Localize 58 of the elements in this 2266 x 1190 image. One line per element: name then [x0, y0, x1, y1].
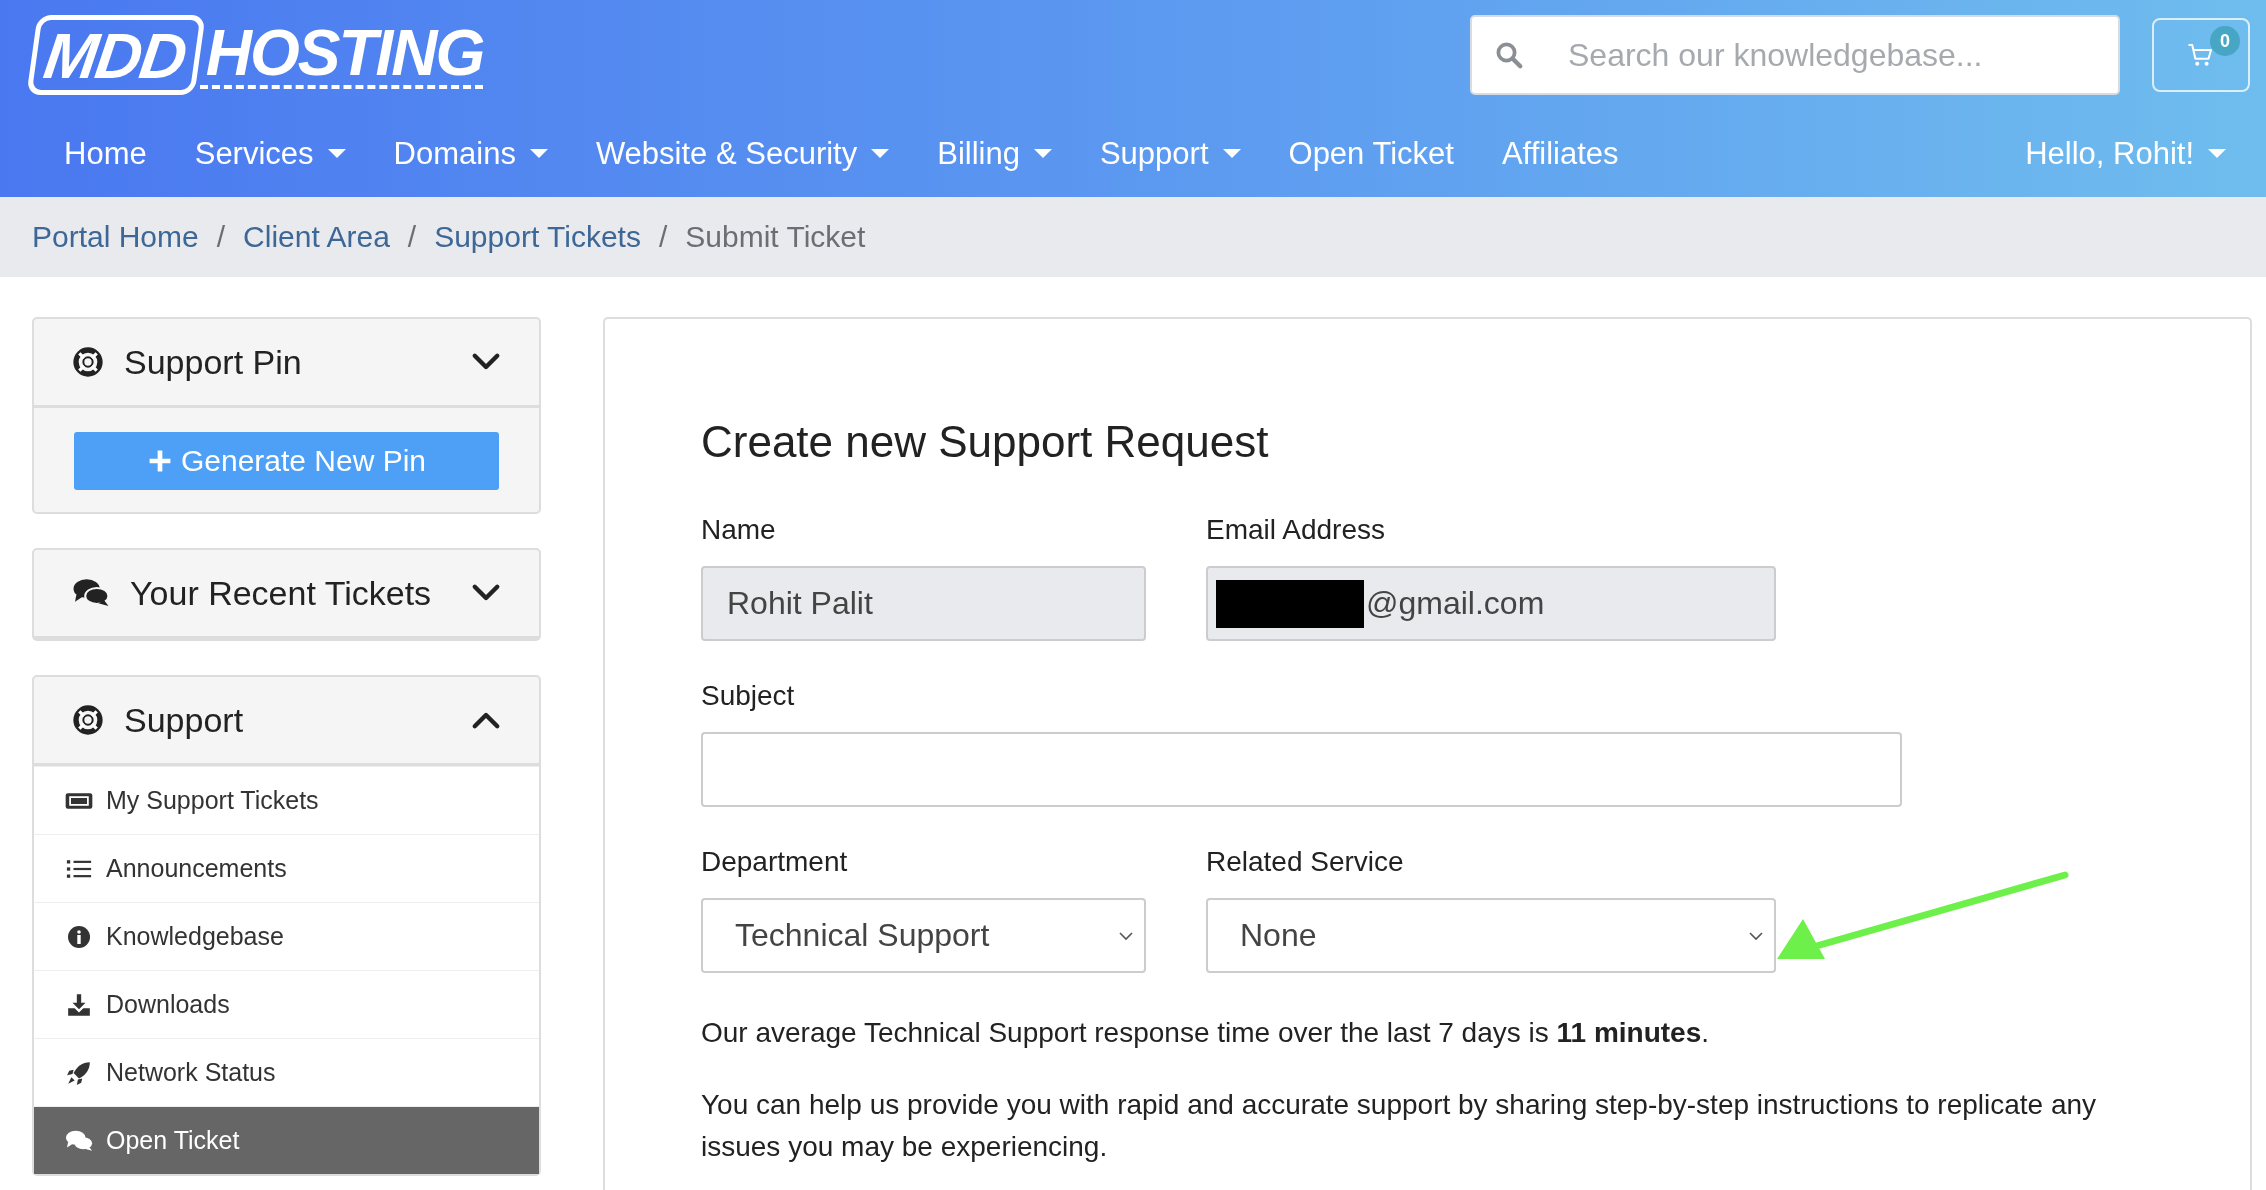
caret-icon: [871, 149, 890, 158]
form-title: Create new Support Request: [701, 417, 1270, 467]
lifebuoy-icon: [72, 704, 104, 736]
cart-button[interactable]: 0: [2152, 18, 2250, 92]
nav-link[interactable]: Support: [1075, 135, 1265, 172]
caret-icon: [2208, 149, 2226, 158]
nav-link[interactable]: Domains: [369, 135, 572, 172]
department-select[interactable]: Technical Support: [701, 898, 1146, 973]
sidebar-menu-item[interactable]: Knowledgebase: [34, 902, 539, 970]
cart-count-badge: 0: [2210, 26, 2240, 56]
caret-icon: [529, 149, 548, 158]
panel-header[interactable]: Your Recent Tickets: [34, 550, 539, 639]
nav-link[interactable]: Home: [32, 135, 171, 172]
lifebuoy-icon: [72, 346, 104, 378]
caret-icon: [1033, 149, 1052, 158]
panel-title: Your Recent Tickets: [130, 573, 433, 613]
field-label: Related Service: [1206, 846, 1405, 878]
breadcrumb-item[interactable]: Portal Home: [32, 220, 199, 254]
nav-link[interactable]: Affiliates: [1477, 135, 1643, 172]
breadcrumb-item[interactable]: Client Area: [243, 220, 390, 254]
field-label: Department: [701, 846, 849, 878]
field-label: Subject: [701, 680, 796, 712]
field-label: Name: [701, 514, 777, 546]
sidebar-menu-item[interactable]: Open Ticket: [34, 1106, 539, 1174]
chevron-down-icon: [1748, 930, 1764, 941]
chat-icon: [72, 577, 110, 609]
panel-title: Support Pin: [124, 342, 303, 382]
list-icon: [64, 857, 94, 880]
field-label: Email Address: [1206, 514, 1386, 546]
ticket-icon: [64, 790, 94, 811]
subject-field[interactable]: [701, 732, 1902, 807]
info-paragraph: Our average Technical Support response time over the last 7 days is 11 minutes.: [701, 1016, 1710, 1050]
caret-icon: [327, 149, 346, 158]
chevron-down-icon[interactable]: [471, 583, 501, 603]
breadcrumb-separator: /: [216, 220, 226, 254]
caret-icon: [1222, 149, 1241, 158]
sidebar-menu-item[interactable]: Announcements: [34, 834, 539, 902]
panel-title: Support: [124, 700, 245, 740]
name-field[interactable]: Rohit Palit: [701, 566, 1146, 641]
sidebar-menu-item[interactable]: My Support Tickets: [34, 766, 539, 834]
generate-pin-button[interactable]: Generate New Pin: [74, 432, 499, 490]
sidebar-menu-item[interactable]: Downloads: [34, 970, 539, 1038]
breadcrumb-item[interactable]: Submit Ticket: [685, 220, 866, 254]
chevron-down-icon: [1118, 930, 1134, 941]
info-paragraph: You can help us provide you with rapid and accurate support by sharing step-by-step instructions to replicate any issues you may be experiencing.: [701, 1088, 2098, 1164]
panel-header[interactable]: Support Pin: [34, 319, 539, 408]
chat-icon: [64, 1128, 94, 1153]
nav-link[interactable]: Services: [170, 135, 370, 172]
chevron-up-icon[interactable]: [471, 710, 501, 730]
breadcrumb-separator: /: [658, 220, 668, 254]
chevron-down-icon[interactable]: [471, 352, 501, 372]
nav-link[interactable]: Open Ticket: [1264, 135, 1478, 172]
search-field[interactable]: Search our knowledgebase...: [1470, 15, 2120, 95]
nav-link[interactable]: Billing: [913, 135, 1076, 172]
nav-link[interactable]: Website & Security: [571, 135, 914, 172]
breadcrumb-item[interactable]: Support Tickets: [434, 220, 641, 254]
related-service-select[interactable]: None: [1206, 898, 1776, 973]
breadcrumb-separator: /: [407, 220, 417, 254]
